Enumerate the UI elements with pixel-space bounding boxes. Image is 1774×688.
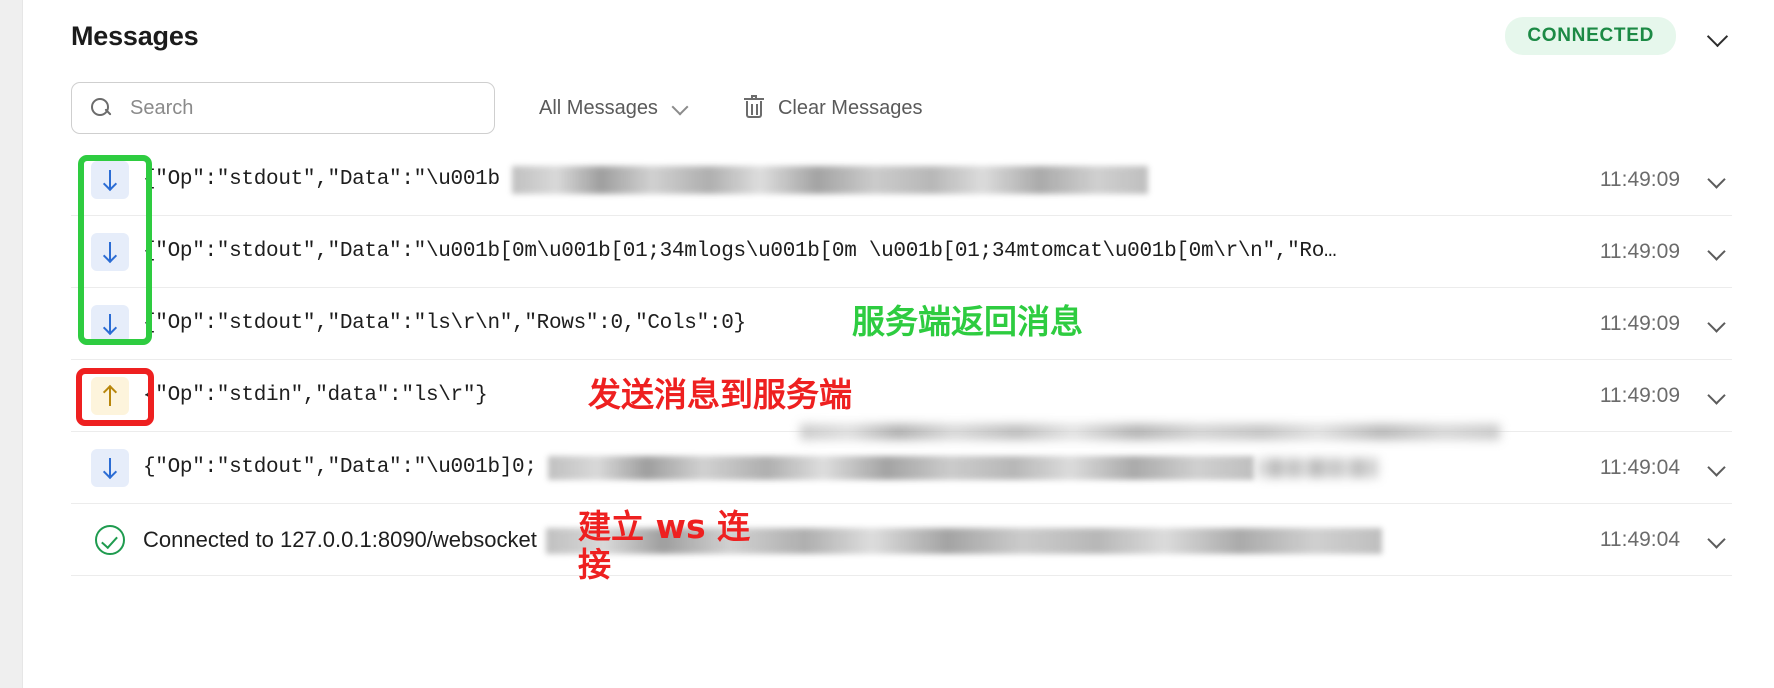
messages-toolbar: All Messages Clear Messages bbox=[23, 72, 1774, 144]
clear-messages-button[interactable]: Clear Messages bbox=[742, 95, 923, 121]
message-payload: {"Op":"stdout","Data":"\u001b]0; bbox=[143, 456, 537, 479]
page-gutter bbox=[0, 0, 22, 688]
chevron-down-icon bbox=[670, 95, 696, 121]
arrow-down-icon bbox=[91, 448, 129, 487]
table-row[interactable]: {"Op":"stdout","Data":"\u001b]0; 11:49:0… bbox=[71, 432, 1732, 504]
message-timestamp: 11:49:09 bbox=[1599, 311, 1680, 335]
search-icon bbox=[90, 97, 112, 119]
message-timestamp: 11:49:04 bbox=[1599, 527, 1680, 551]
messages-panel: Messages CONNECTED All Messages C bbox=[22, 0, 1774, 688]
trash-icon bbox=[742, 95, 766, 121]
message-list: {"Op":"stdout","Data":"\u001b 11:49:09 {… bbox=[23, 144, 1774, 576]
arrow-down-icon bbox=[91, 304, 129, 343]
message-payload: {"Op":"stdout","Data":"ls\r\n","Rows":0,… bbox=[143, 312, 746, 335]
message-timestamp: 11:49:09 bbox=[1599, 383, 1680, 407]
status-badge: CONNECTED bbox=[1505, 17, 1676, 55]
message-payload: {"Op":"stdout","Data":"\u001b[0m\u001b[0… bbox=[143, 240, 1337, 263]
arrow-up-icon bbox=[91, 376, 129, 415]
table-row[interactable]: {"Op":"stdout","Data":"\u001b 11:49:09 bbox=[71, 144, 1732, 216]
panel-header: Messages CONNECTED bbox=[23, 0, 1774, 72]
chevron-down-icon[interactable] bbox=[1706, 455, 1732, 481]
message-filter-dropdown[interactable]: All Messages bbox=[539, 95, 696, 121]
message-payload: {"Op":"stdin","data":"ls\r"} bbox=[143, 384, 488, 407]
chevron-down-icon[interactable] bbox=[1706, 167, 1732, 193]
screenshot-root: Messages CONNECTED All Messages C bbox=[0, 0, 1774, 688]
message-timestamp: 11:49:09 bbox=[1599, 167, 1680, 191]
message-timestamp: 11:49:09 bbox=[1599, 239, 1680, 263]
table-row[interactable]: {"Op":"stdout","Data":"ls\r\n","Rows":0,… bbox=[71, 288, 1732, 360]
clear-messages-label: Clear Messages bbox=[777, 96, 923, 119]
table-row[interactable]: {"Op":"stdout","Data":"\u001b[0m\u001b[0… bbox=[71, 216, 1732, 288]
chevron-down-icon[interactable] bbox=[1706, 239, 1732, 265]
search-input[interactable] bbox=[128, 95, 476, 121]
table-row[interactable]: Connected to 127.0.0.1:8090/websocket 11… bbox=[71, 504, 1732, 576]
check-circle-icon bbox=[91, 521, 129, 559]
page-title: Messages bbox=[71, 20, 199, 51]
chevron-down-icon[interactable] bbox=[1706, 527, 1732, 553]
chevron-down-icon[interactable] bbox=[1706, 23, 1732, 49]
message-payload: {"Op":"stdout","Data":"\u001b bbox=[143, 168, 500, 191]
arrow-down-icon bbox=[91, 160, 129, 199]
header-actions: CONNECTED bbox=[1505, 17, 1732, 55]
search-box[interactable] bbox=[71, 82, 495, 134]
table-row[interactable]: {"Op":"stdin","data":"ls\r"} 11:49:09 bbox=[71, 360, 1732, 432]
chevron-down-icon[interactable] bbox=[1706, 383, 1732, 409]
message-timestamp: 11:49:04 bbox=[1599, 455, 1680, 479]
message-payload: Connected to 127.0.0.1:8090/websocket bbox=[143, 526, 537, 552]
arrow-down-icon bbox=[91, 232, 129, 271]
chevron-down-icon[interactable] bbox=[1706, 311, 1732, 337]
message-filter-label: All Messages bbox=[539, 96, 658, 119]
